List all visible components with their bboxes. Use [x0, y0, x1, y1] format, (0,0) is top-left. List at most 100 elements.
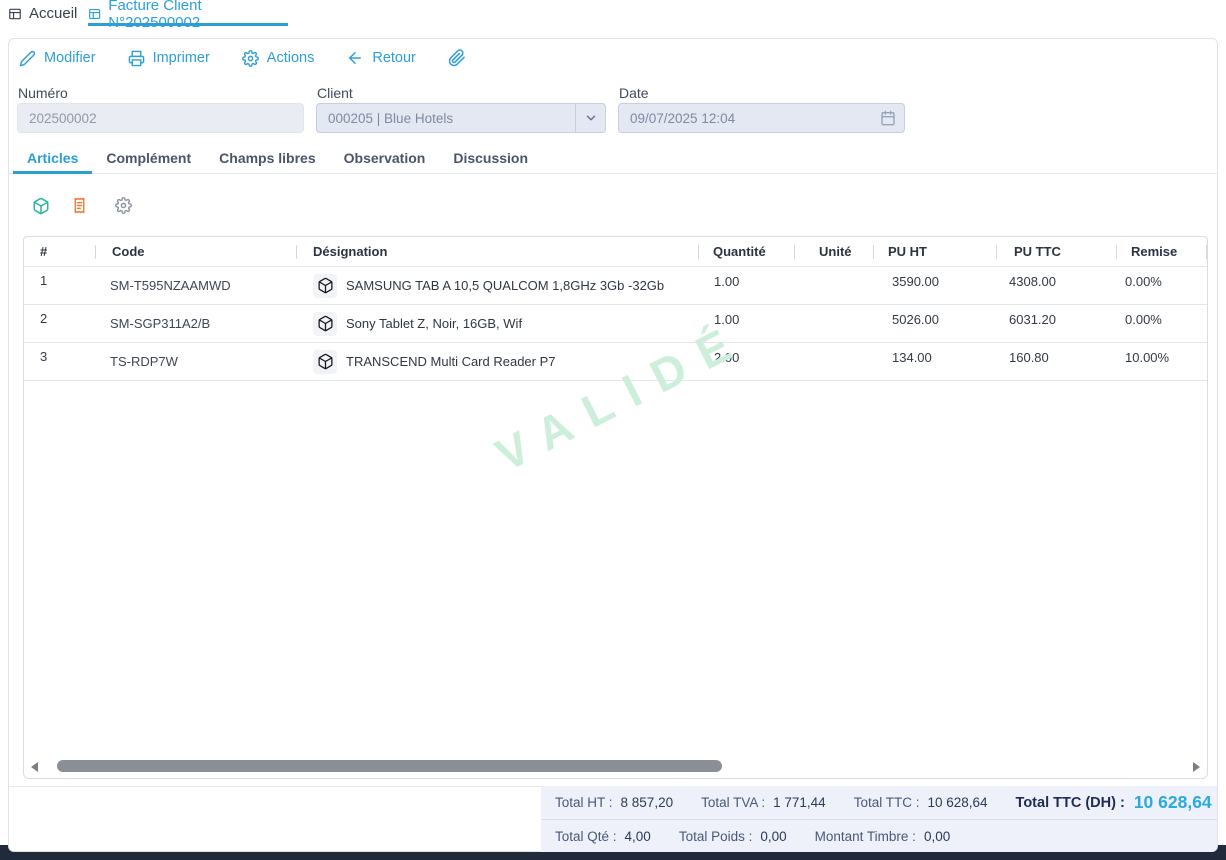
grid-icon	[8, 7, 22, 21]
chevron-down-icon	[584, 111, 598, 125]
tab-complement[interactable]: Complément	[92, 143, 205, 173]
horizontal-scrollbar[interactable]	[26, 759, 1205, 775]
col-header-pu-ht[interactable]: PU HT	[874, 237, 997, 266]
row-num: 1	[24, 267, 96, 304]
total-qte-value: 4,00	[625, 829, 651, 844]
row-remise: 0.00%	[1117, 267, 1207, 304]
numero-value: 202500002	[29, 111, 97, 126]
tab-discussion[interactable]: Discussion	[439, 143, 542, 173]
row-pu-ht: 5026.00	[874, 305, 997, 342]
window-tab-bar: Accueil Facture Client N°202500002	[0, 0, 1226, 27]
row-designation-text: Sony Tablet Z, Noir, 16GB, Wif	[346, 316, 522, 331]
numero-label: Numéro	[18, 85, 68, 101]
calendar-icon[interactable]	[880, 110, 896, 126]
table-header-row: # Code Désignation Quantité Unité PU HT …	[24, 237, 1207, 267]
total-tva: Total TVA : 1 771,44	[701, 795, 826, 810]
modifier-label: Modifier	[44, 50, 96, 66]
col-header-unite[interactable]: Unité	[795, 237, 874, 266]
actions-button[interactable]: Actions	[242, 50, 315, 67]
tab-accueil[interactable]: Accueil	[8, 0, 77, 27]
imprimer-button[interactable]: Imprimer	[128, 50, 210, 67]
retour-label: Retour	[372, 50, 416, 66]
numero-input[interactable]: 202500002	[17, 103, 304, 133]
col-header-quantite[interactable]: Quantité	[699, 237, 795, 266]
montant-timbre-value: 0,00	[924, 829, 950, 844]
scroll-right-icon[interactable]	[1193, 762, 1200, 772]
total-qte-label: Total Qté :	[555, 829, 617, 844]
row-designation-text: SAMSUNG TAB A 10,5 QUALCOM 1,8GHz 3Gb -3…	[346, 278, 664, 293]
table-row[interactable]: 3 TS-RDP7W TRANSCEND Multi Card Reader P…	[24, 343, 1207, 381]
total-ttc: Total TTC : 10 628,64	[854, 795, 988, 810]
scroll-left-icon[interactable]	[31, 762, 38, 772]
col-header-remise[interactable]: Remise	[1117, 237, 1207, 266]
content-tab-bar: Articles Complément Champs libres Observ…	[9, 143, 1217, 174]
attachment-button[interactable]	[448, 49, 466, 67]
client-select-caret[interactable]	[575, 104, 605, 132]
col-header-code[interactable]: Code	[96, 237, 297, 266]
total-poids-value: 0,00	[760, 829, 786, 844]
table-row[interactable]: 2 SM-SGP311A2/B Sony Tablet Z, Noir, 16G…	[24, 305, 1207, 343]
paperclip-icon	[448, 49, 466, 67]
active-tab-underline	[88, 23, 288, 26]
tab-accueil-label: Accueil	[29, 5, 77, 22]
action-toolbar: Modifier Imprimer Actions Retour	[19, 49, 498, 67]
pencil-icon	[19, 50, 36, 67]
total-poids: Total Poids : 0,00	[679, 829, 787, 844]
modifier-button[interactable]: Modifier	[19, 50, 96, 67]
totals-panel: Total HT : 8 857,20 Total TVA : 1 771,44…	[541, 786, 1217, 852]
row-pu-ht: 3590.00	[874, 267, 997, 304]
client-value: 000205 | Blue Hotels	[328, 111, 453, 126]
invoice-card: Modifier Imprimer Actions Retour Numéro …	[8, 38, 1218, 852]
total-tva-value: 1 771,44	[773, 795, 826, 810]
box-icon	[313, 274, 337, 298]
row-quantite: 1.00	[699, 267, 795, 304]
date-label: Date	[619, 85, 649, 101]
totals-row-1: Total HT : 8 857,20 Total TVA : 1 771,44…	[541, 786, 1217, 820]
total-tva-label: Total TVA :	[701, 795, 765, 810]
client-select[interactable]: 000205 | Blue Hotels	[316, 103, 606, 133]
montant-timbre: Montant Timbre : 0,00	[815, 829, 951, 844]
totals-row-2: Total Qté : 4,00 Total Poids : 0,00 Mont…	[541, 820, 1217, 852]
col-header-pu-ttc[interactable]: PU TTC	[997, 237, 1117, 266]
tab-articles[interactable]: Articles	[13, 143, 92, 173]
date-input[interactable]: 09/07/2025 12:04	[618, 103, 905, 133]
row-quantite: 1.00	[699, 305, 795, 342]
date-value: 09/07/2025 12:04	[630, 111, 735, 126]
row-designation-text: TRANSCEND Multi Card Reader P7	[346, 354, 556, 369]
row-unite	[795, 343, 874, 380]
retour-button[interactable]: Retour	[346, 49, 416, 67]
tab-champs-libres[interactable]: Champs libres	[205, 143, 329, 173]
row-pu-ttc: 4308.00	[997, 267, 1117, 304]
row-code: SM-SGP311A2/B	[96, 305, 297, 342]
imprimer-label: Imprimer	[153, 50, 210, 66]
row-pu-ttc: 160.80	[997, 343, 1117, 380]
box-icon	[313, 312, 337, 336]
total-ht-value: 8 857,20	[621, 795, 674, 810]
tab-facture-client[interactable]: Facture Client N°202500002	[88, 0, 288, 27]
total-qte: Total Qté : 4,00	[555, 829, 651, 844]
client-label: Client	[317, 85, 353, 101]
tab-observation[interactable]: Observation	[330, 143, 440, 173]
total-ttc-value: 10 628,64	[927, 795, 987, 810]
actions-label: Actions	[267, 50, 315, 66]
total-ttc-label: Total TTC :	[854, 795, 920, 810]
package-icon[interactable]	[32, 197, 50, 220]
grid-icon	[88, 7, 101, 21]
row-designation: TRANSCEND Multi Card Reader P7	[297, 343, 699, 380]
row-unite	[795, 267, 874, 304]
row-remise: 10.00%	[1117, 343, 1207, 380]
col-header-num[interactable]: #	[24, 237, 96, 266]
montant-timbre-label: Montant Timbre :	[815, 829, 916, 844]
row-num: 2	[24, 305, 96, 342]
total-ttc-dh-value: 10 628,64	[1134, 792, 1212, 813]
row-unite	[795, 305, 874, 342]
articles-table: # Code Désignation Quantité Unité PU HT …	[23, 236, 1208, 779]
scrollbar-thumb[interactable]	[57, 760, 722, 772]
table-row[interactable]: 1 SM-T595NZAAMWD SAMSUNG TAB A 10,5 QUAL…	[24, 267, 1207, 305]
settings-icon[interactable]	[115, 197, 132, 219]
total-ht: Total HT : 8 857,20	[555, 795, 673, 810]
receipt-icon[interactable]	[71, 197, 88, 219]
row-code: SM-T595NZAAMWD	[96, 267, 297, 304]
col-header-designation[interactable]: Désignation	[297, 237, 699, 266]
total-ht-label: Total HT :	[555, 795, 613, 810]
